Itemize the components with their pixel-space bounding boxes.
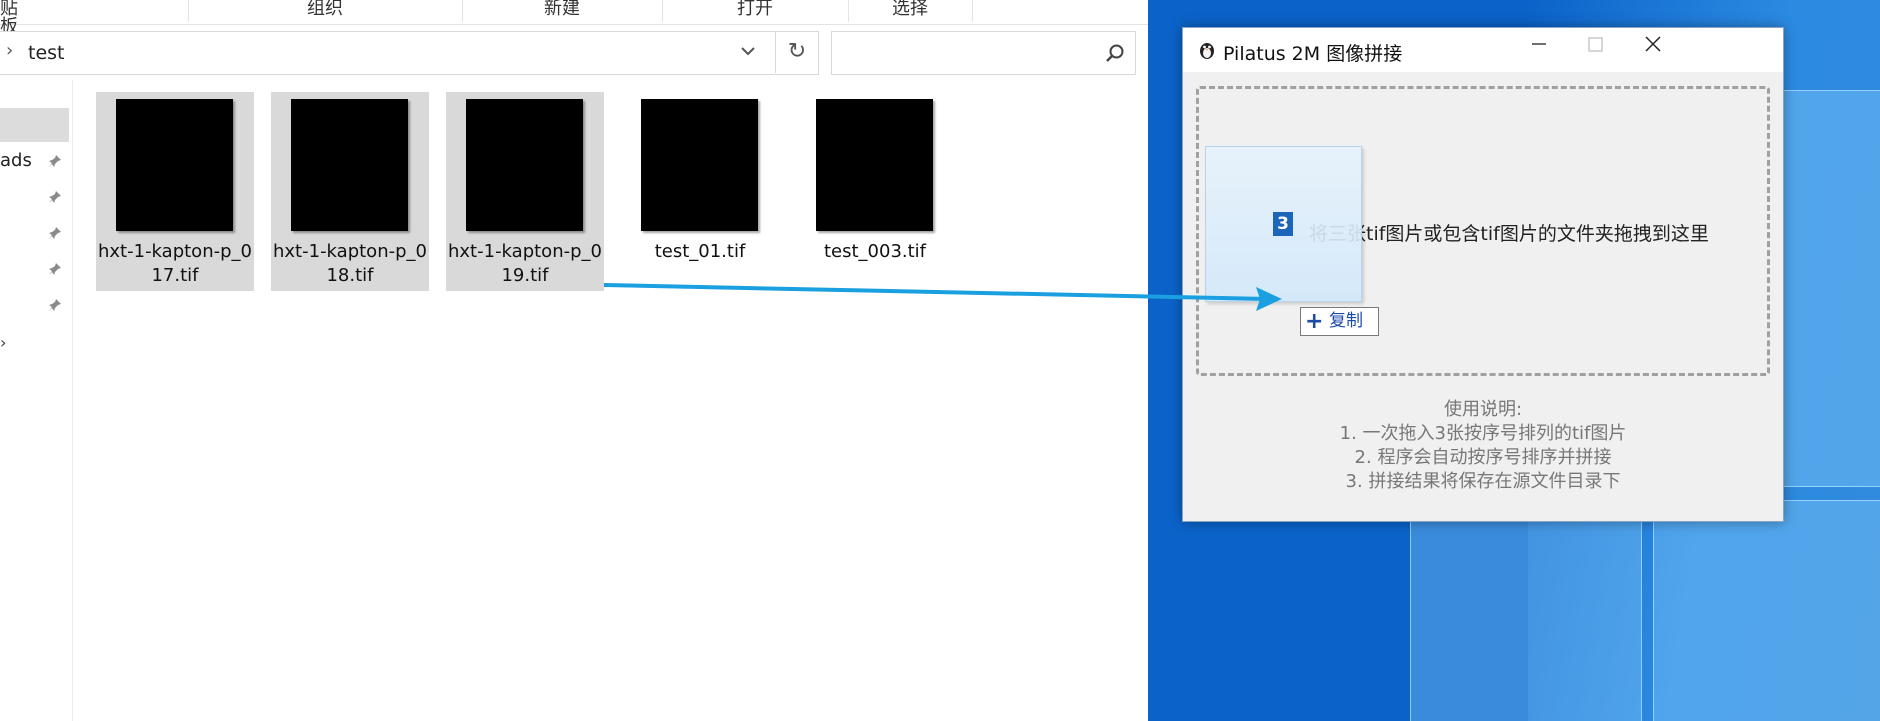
close-button[interactable] [1625, 28, 1681, 72]
ribbon-organize[interactable]: 组织 [188, 0, 462, 24]
drop-hint: 将三张tif图片或包含tif图片的文件夹拖拽到这里 [1309, 223, 1709, 245]
copy-label: 复制 [1329, 311, 1363, 331]
file-name: test_003.tif [823, 241, 927, 262]
minimize-icon [1532, 43, 1546, 45]
ribbon-clipboard[interactable]: 贴板 [0, 0, 34, 36]
penguin-icon [1200, 43, 1214, 59]
ribbon-select[interactable]: 选择 [848, 0, 972, 24]
file-explorer-window: 贴板 组织 新建 打开 选择 › test ↻ ads › hxt-1-kapt… [0, 0, 1148, 721]
pin-icon[interactable] [48, 154, 62, 168]
close-icon [1645, 36, 1661, 52]
file-item[interactable]: test_01.tif [621, 92, 779, 291]
pin-icon[interactable] [48, 190, 62, 204]
nav-item-downloads[interactable]: ads [0, 150, 32, 171]
windows-logo-pane [1410, 520, 1642, 721]
file-thumbnail [466, 99, 583, 231]
ribbon-divider [972, 0, 973, 22]
instruction-line: 3. 拼接结果将保存在源文件目录下 [1345, 471, 1621, 492]
windows-logo-pane [1653, 500, 1880, 721]
file-item[interactable]: test_003.tif [796, 92, 954, 291]
title-bar[interactable]: Pilatus 2M 图像拼接 [1183, 28, 1783, 72]
chevron-right-icon[interactable]: › [6, 40, 13, 61]
pin-icon[interactable] [48, 262, 62, 276]
file-item[interactable]: hxt-1-kapton-p_018.tif [271, 92, 429, 291]
file-name: test_01.tif [654, 241, 746, 262]
file-thumbnail [641, 99, 758, 231]
minimize-button[interactable] [1511, 28, 1567, 72]
drag-count-badge: 3 [1273, 212, 1293, 236]
maximize-button[interactable] [1567, 28, 1623, 72]
window-title: Pilatus 2M 图像拼接 [1223, 43, 1403, 65]
ribbon-bar: 贴板 组织 新建 打开 选择 [0, 0, 1148, 36]
nav-item-partial-icon[interactable]: › [0, 333, 6, 352]
file-item[interactable]: hxt-1-kapton-p_017.tif [96, 92, 254, 291]
search-icon [1106, 44, 1124, 62]
pin-icon[interactable] [48, 226, 62, 240]
chevron-down-icon[interactable] [740, 43, 756, 59]
ribbon-new[interactable]: 新建 [462, 0, 662, 24]
instruction-line: 1. 一次拖入3张按序号排列的tif图片 [1339, 423, 1627, 444]
navigation-pane: ads › [0, 80, 73, 721]
maximize-icon [1588, 37, 1603, 52]
file-name: hxt-1-kapton-p_018.tif [273, 241, 427, 286]
search-input[interactable] [831, 31, 1136, 75]
file-name: hxt-1-kapton-p_019.tif [448, 241, 602, 286]
file-thumbnail [116, 99, 233, 231]
refresh-button[interactable]: ↻ [775, 31, 818, 73]
instruction-line: 2. 程序会自动按序号排序并拼接 [1354, 447, 1612, 468]
address-path[interactable]: test [28, 42, 65, 64]
file-thumbnail [291, 99, 408, 231]
file-name: hxt-1-kapton-p_017.tif [98, 241, 252, 286]
copy-cursor-tooltip: + 复制 [1300, 307, 1379, 336]
instructions-heading: 使用说明: [1443, 399, 1523, 420]
nav-item-selected[interactable] [0, 108, 69, 142]
ribbon-open[interactable]: 打开 [662, 0, 848, 24]
pin-icon[interactable] [48, 298, 62, 312]
file-thumbnail [816, 99, 933, 231]
plus-icon: + [1305, 309, 1324, 334]
instructions: 使用说明: 1. 一次拖入3张按序号排列的tif图片 2. 程序会自动按序号排序… [1183, 398, 1783, 494]
file-item[interactable]: hxt-1-kapton-p_019.tif [446, 92, 604, 291]
address-bar[interactable]: › test [0, 31, 819, 75]
